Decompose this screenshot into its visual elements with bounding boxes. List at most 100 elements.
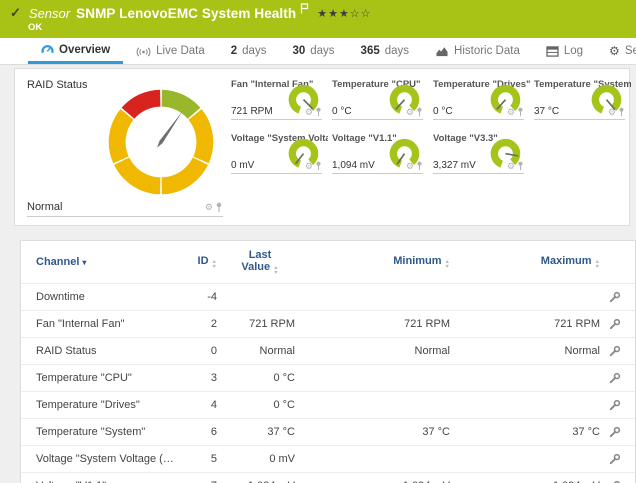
pin-icon[interactable] [517, 161, 524, 171]
channel-table: Channel▾ ID▲▼ Last Value▲▼ Minimum▲▼ Max… [20, 240, 636, 483]
chart-icon [435, 45, 449, 57]
sort-caret-icon: ▾ [82, 258, 86, 267]
sort-icon: ▲▼ [445, 260, 450, 269]
status-badge: OK [28, 22, 636, 33]
mini-gauge-grid: Fan "Internal Fan" 721 RPM ⚙ Temperature… [227, 73, 631, 181]
edit-channel-wrench-icon[interactable] [608, 372, 621, 385]
column-header-minimum[interactable]: Minimum▲▼ [299, 255, 454, 269]
status-ok-check-icon: ✓ [10, 5, 21, 21]
tab-365-days-label: days [385, 45, 409, 57]
pin-icon[interactable] [215, 202, 223, 213]
page-title: SNMP LenovoEMC System Health [76, 6, 296, 21]
channel-name: Temperature "System" [21, 426, 181, 438]
gear-icon[interactable]: ⚙ [305, 162, 313, 170]
tab-bar: Overview Live Data 2 days 30 days 365 da… [0, 38, 636, 65]
last-value: 0 °C [221, 399, 299, 411]
pin-icon[interactable] [416, 161, 423, 171]
gauge-cell-temp-cpu[interactable]: Temperature "CPU" 0 °C ⚙ [328, 73, 429, 127]
tab-365-days[interactable]: 365 days [348, 38, 422, 64]
edit-channel-wrench-icon[interactable] [608, 480, 621, 483]
pin-icon[interactable] [315, 161, 322, 171]
tab-30-days[interactable]: 30 days [279, 38, 347, 64]
tab-overview[interactable]: Overview [28, 38, 123, 64]
edit-channel-wrench-icon[interactable] [608, 453, 621, 466]
gear-icon[interactable]: ⚙ [305, 108, 313, 116]
channel-name: Temperature "CPU" [21, 372, 181, 384]
tab-historic-data-label: Historic Data [454, 45, 520, 57]
table-row-raid-status: RAID Status 0 Normal Normal Normal [21, 337, 635, 364]
channel-id: 0 [181, 345, 221, 357]
flag-icon[interactable] [300, 1, 309, 19]
gear-icon[interactable]: ⚙ [406, 108, 414, 116]
gauge-icon [41, 43, 54, 56]
gauge-cell-temp-system[interactable]: Temperature "System" 37 °C ⚙ [530, 73, 631, 127]
last-value: Normal [221, 345, 299, 357]
column-header-last-value[interactable]: Last Value▲▼ [221, 249, 299, 275]
edit-channel-wrench-icon[interactable] [608, 318, 621, 331]
tab-live-data-label: Live Data [156, 45, 205, 57]
tab-overview-label: Overview [59, 44, 110, 56]
channel-name: Fan "Internal Fan" [21, 318, 181, 330]
pin-icon[interactable] [416, 107, 423, 117]
channel-id: -4 [181, 291, 221, 303]
column-header-maximum[interactable]: Maximum▲▼ [454, 255, 604, 269]
gear-icon[interactable]: ⚙ [507, 108, 515, 116]
gear-icon[interactable]: ⚙ [406, 162, 414, 170]
channel-table-header: Channel▾ ID▲▼ Last Value▲▼ Minimum▲▼ Max… [21, 241, 635, 283]
raid-gauge-title: RAID Status [27, 79, 88, 91]
channel-id: 3 [181, 372, 221, 384]
minimum-value: 37 °C [299, 426, 454, 438]
gauge-cell-voltage-v33[interactable]: Voltage "V3.3" 3,327 mV ⚙ [429, 127, 530, 181]
gauge-cell-voltage-v11[interactable]: Voltage "V1.1" 1,094 mV ⚙ [328, 127, 429, 181]
gear-icon[interactable]: ⚙ [608, 108, 616, 116]
channel-id: 5 [181, 453, 221, 465]
edit-channel-wrench-icon[interactable] [608, 291, 621, 304]
raid-status-gauge [102, 83, 220, 201]
edit-channel-wrench-icon[interactable] [608, 345, 621, 358]
tab-30-days-number: 30 [292, 45, 305, 57]
table-row-voltage-v11: Voltage "V1.1" 7 1,094 mV 1,094 mV 1,094… [21, 472, 635, 483]
maximum-value: 721 RPM [454, 318, 604, 330]
gauge-cell-system-voltage[interactable]: Voltage "System Voltage (12… 0 mV ⚙ [227, 127, 328, 181]
edit-channel-wrench-icon[interactable] [608, 426, 621, 439]
pin-icon[interactable] [315, 107, 322, 117]
tab-log[interactable]: Log [533, 38, 596, 64]
column-header-id-label: ID [198, 255, 209, 267]
priority-star-rating[interactable]: ★★★☆☆ [317, 7, 371, 20]
tab-live-data[interactable]: Live Data [123, 38, 218, 64]
gauge-value: 721 RPM [231, 106, 305, 117]
minimum-value: Normal [299, 345, 454, 357]
tab-365-days-number: 365 [361, 45, 380, 57]
tab-settings[interactable]: ⚙ Settings [596, 38, 636, 64]
table-row-fan-internal: Fan "Internal Fan" 2 721 RPM 721 RPM 721… [21, 310, 635, 337]
minimum-value: 721 RPM [299, 318, 454, 330]
tab-2-days-label: days [242, 45, 266, 57]
channel-name: Voltage "System Voltage (… [21, 453, 181, 465]
pin-icon[interactable] [517, 107, 524, 117]
gauge-cell-internal-fan[interactable]: Fan "Internal Fan" 721 RPM ⚙ [227, 73, 328, 127]
gauge-cell-temp-drives[interactable]: Temperature "Drives" 0 °C ⚙ [429, 73, 530, 127]
edit-channel-wrench-icon[interactable] [608, 399, 621, 412]
column-header-maximum-label: Maximum [541, 255, 592, 267]
raid-status-value-link[interactable]: Normal [27, 201, 205, 213]
gear-icon[interactable]: ⚙ [205, 203, 213, 211]
column-header-id[interactable]: ID▲▼ [181, 255, 221, 269]
overview-panel: RAID Status Normal ⚙ Fan "Internal Fan" … [14, 68, 630, 226]
pin-icon[interactable] [618, 107, 625, 117]
gear-icon[interactable]: ⚙ [507, 162, 515, 170]
tab-2-days-number: 2 [231, 45, 237, 57]
gauge-value: 0 °C [433, 106, 507, 117]
log-icon [546, 46, 559, 57]
tab-historic-data[interactable]: Historic Data [422, 38, 533, 64]
column-header-value-label: Value [241, 261, 270, 273]
tab-settings-label: Settings [625, 45, 636, 57]
last-value: 0 mV [221, 453, 299, 465]
column-header-channel-label: Channel [36, 256, 79, 268]
last-value: 0 °C [221, 372, 299, 384]
channel-id: 2 [181, 318, 221, 330]
column-header-channel[interactable]: Channel▾ [21, 256, 181, 268]
table-row-system-voltage: Voltage "System Voltage (… 5 0 mV [21, 445, 635, 472]
channel-id: 4 [181, 399, 221, 411]
tab-2-days[interactable]: 2 days [218, 38, 280, 64]
sort-icon: ▲▼ [212, 260, 217, 269]
